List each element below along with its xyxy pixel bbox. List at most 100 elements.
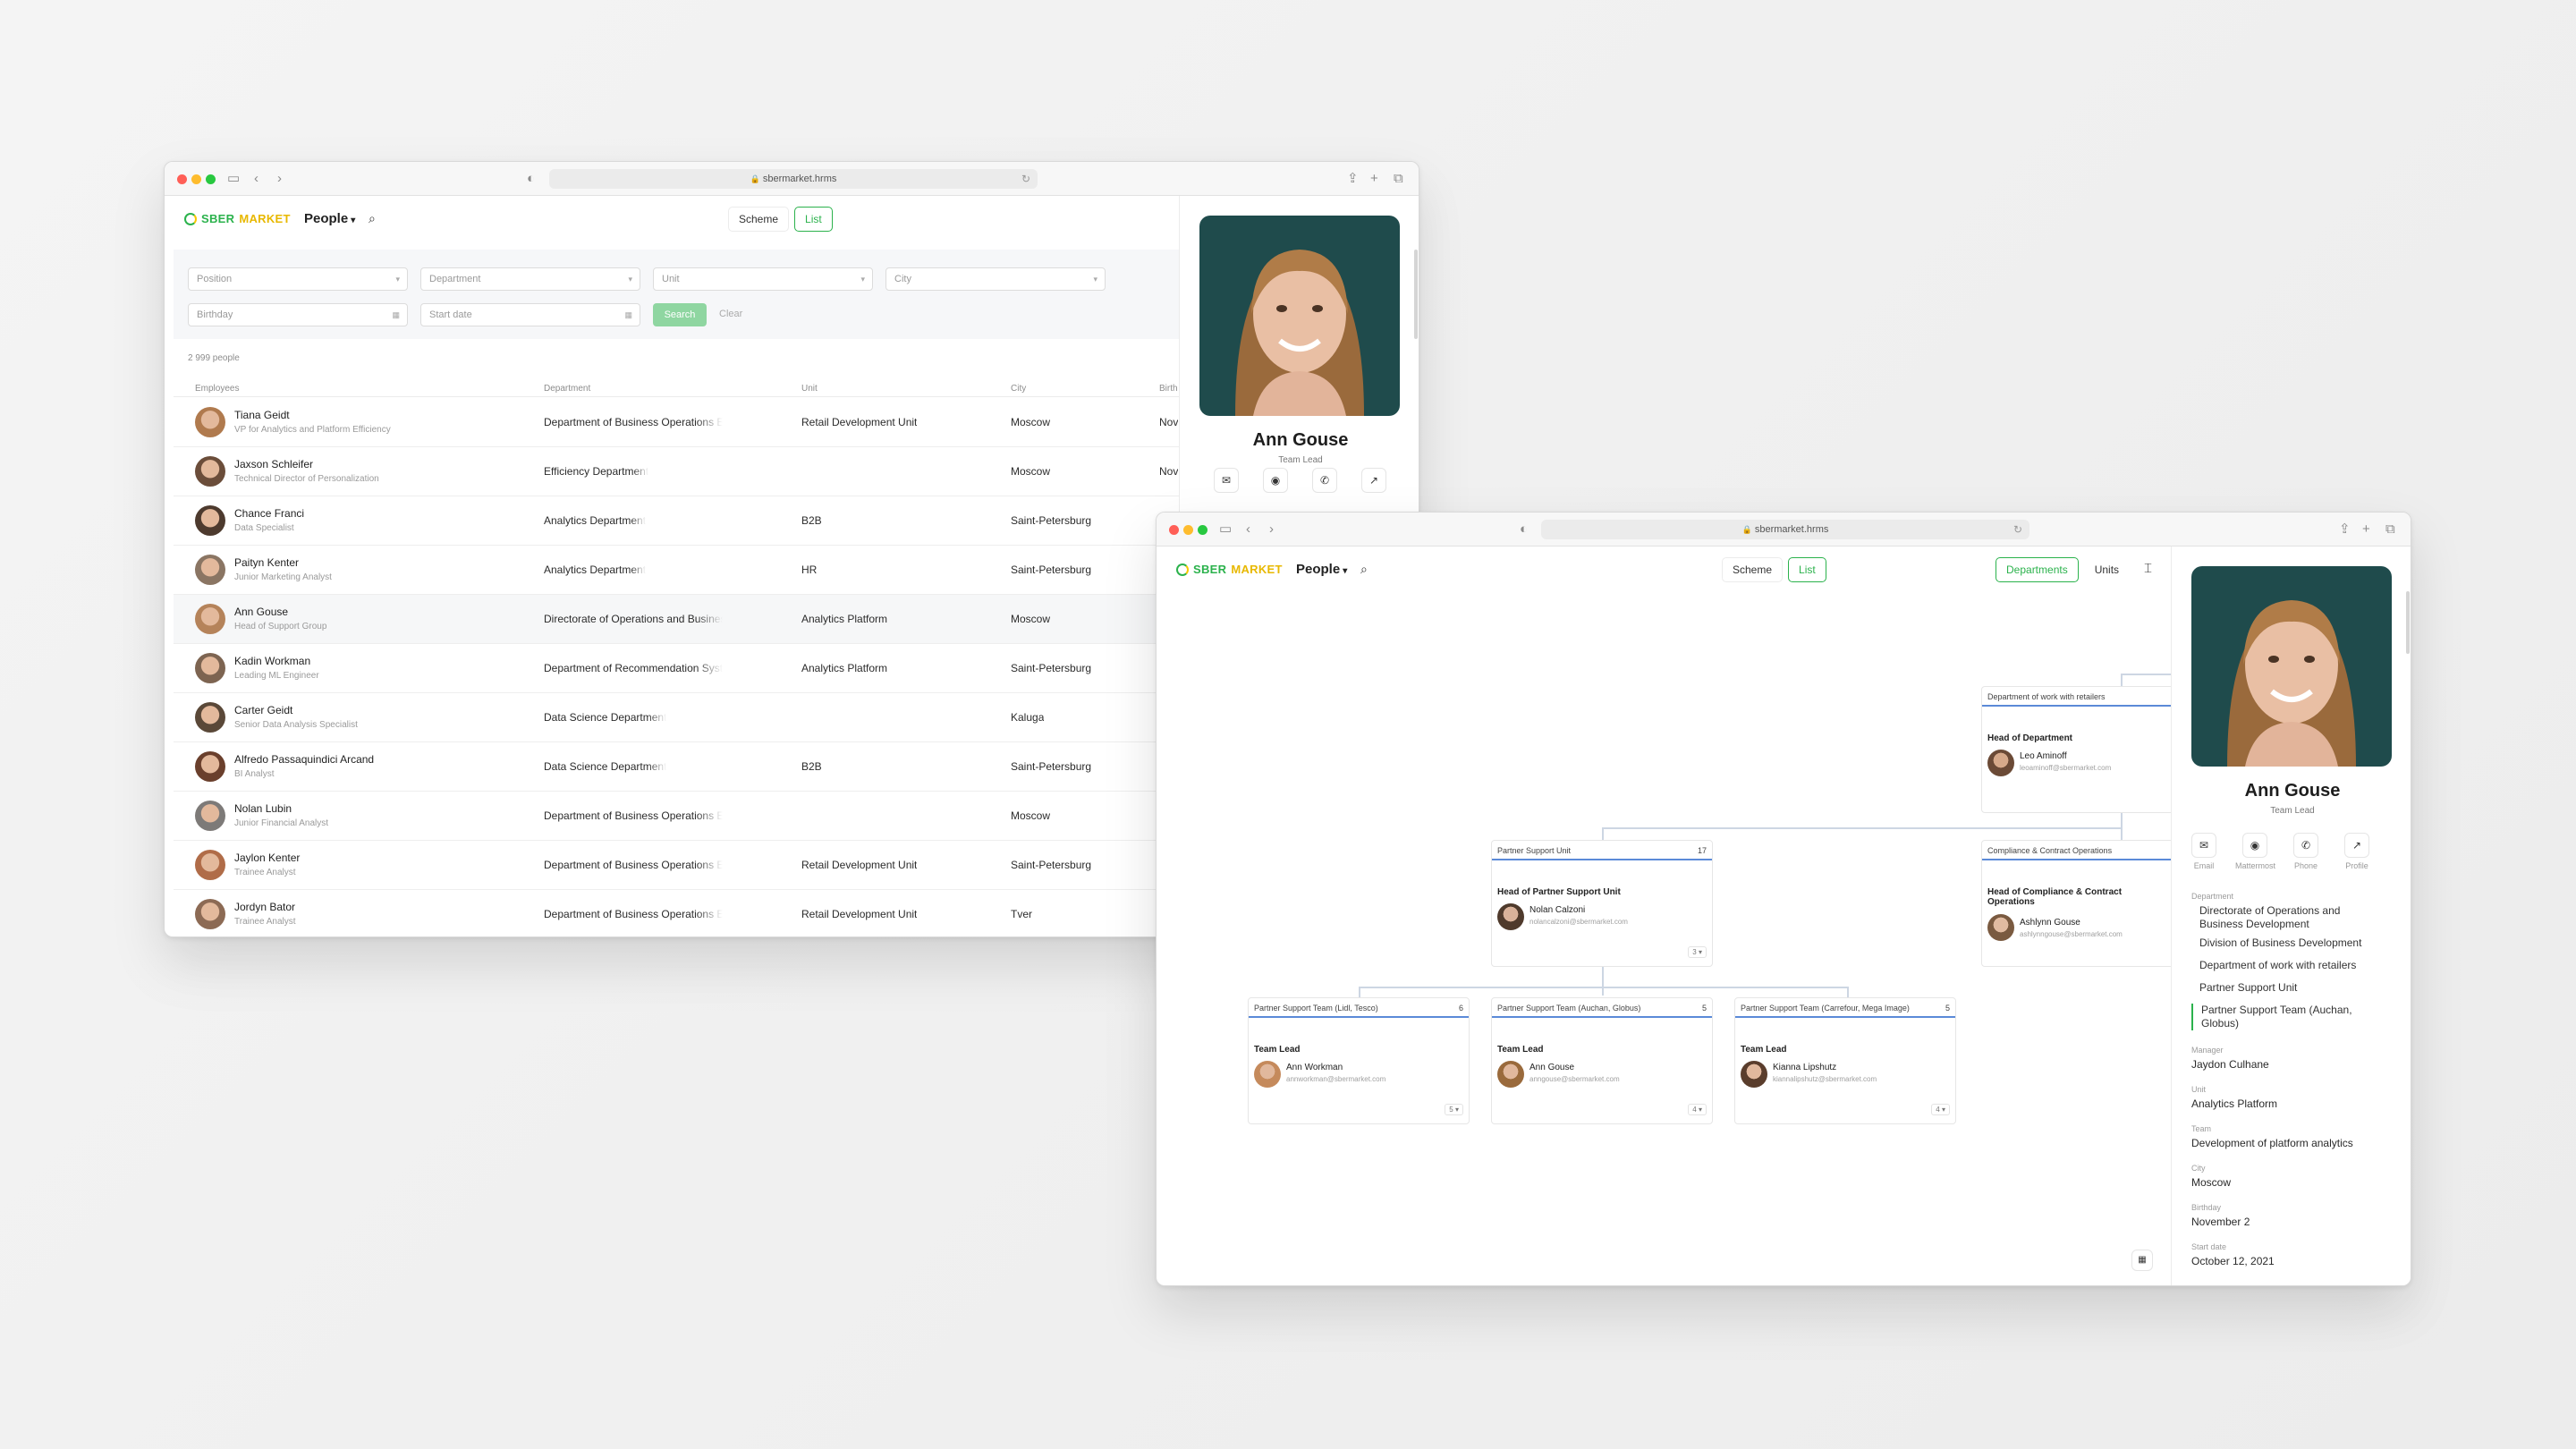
tabs-icon[interactable]: ⧉: [2385, 521, 2395, 538]
col-unit[interactable]: Unit: [801, 384, 818, 394]
reload-icon[interactable]: ↻: [1021, 169, 1030, 189]
sbermarket-logo[interactable]: SBER MARKET: [1176, 563, 1283, 576]
team-card[interactable]: Partner Support Team (Carrefour, Mega Im…: [1734, 997, 1956, 1124]
manager-value[interactable]: Jaydon Culhane: [2191, 1058, 2269, 1071]
minimize-dot[interactable]: [1183, 525, 1193, 535]
table-row[interactable]: Nolan Lubin Junior Financial Analyst Depar…: [174, 792, 1179, 841]
table-row[interactable]: Carter Geidt Senior Data Analysis Special…: [174, 693, 1179, 742]
forward-icon[interactable]: ›: [277, 171, 282, 187]
card-name: Nolan Calzoni: [1530, 905, 1586, 915]
department-select[interactable]: Department ▾: [420, 267, 640, 291]
sidebar-icon[interactable]: ▭: [1219, 521, 1232, 538]
connector: [1602, 827, 2121, 829]
profile-link-button[interactable]: ↗: [1361, 468, 1386, 493]
reload-icon[interactable]: ↻: [2013, 520, 2022, 539]
sbermarket-logo[interactable]: SBER MARKET: [184, 212, 291, 225]
employee-name[interactable]: Nolan Lubin: [234, 802, 292, 815]
minimize-dot[interactable]: [191, 174, 201, 184]
employee-name[interactable]: Ann Gouse: [234, 606, 288, 618]
back-icon[interactable]: ‹: [254, 171, 258, 187]
sidebar-icon[interactable]: ▭: [227, 171, 240, 187]
shield-icon: ◐: [527, 171, 536, 186]
employee-name[interactable]: Tiana Geidt: [234, 409, 290, 421]
table-row[interactable]: Jaxson Schleifer Technical Director of Pe…: [174, 447, 1179, 496]
scrollbar[interactable]: [1414, 250, 1418, 339]
new-tab-icon[interactable]: +: [2362, 521, 2370, 538]
dept-directorate[interactable]: Directorate of Operations and Business D…: [2191, 904, 2379, 931]
col-birth[interactable]: Birth: [1159, 384, 1178, 394]
email-button[interactable]: ✉: [2191, 833, 2216, 858]
tab-list[interactable]: List: [794, 207, 833, 232]
dept-partner-unit[interactable]: Partner Support Unit: [2191, 981, 2388, 995]
table-row[interactable]: Chance Franci Data Specialist Analytics De…: [174, 496, 1179, 546]
employee-name[interactable]: Jaylon Kenter: [234, 852, 300, 864]
unit-select[interactable]: Unit ▾: [653, 267, 873, 291]
phone-button[interactable]: ✆: [1312, 468, 1337, 493]
mattermost-button[interactable]: ◉: [1263, 468, 1288, 493]
toggle-units[interactable]: Units: [2083, 557, 2131, 582]
employee-name[interactable]: Alfredo Passaquindici Arcand: [234, 753, 374, 766]
expand-button[interactable]: 5 ▾: [1445, 1104, 1463, 1115]
employee-name[interactable]: Chance Franci: [234, 507, 304, 520]
employee-name[interactable]: Paityn Kenter: [234, 556, 299, 569]
dept-partner-team[interactable]: Partner Support Team (Auchan, Globus): [2191, 1004, 2370, 1030]
start-date-field[interactable]: Start date ▦: [420, 303, 640, 326]
compliance-card[interactable]: Compliance & Contract Operations Head of…: [1981, 840, 2178, 967]
share-icon[interactable]: ⇪: [1347, 171, 1359, 187]
partner-support-unit-card[interactable]: Partner Support Unit 17 Head of Partner S…: [1491, 840, 1713, 967]
new-tab-icon[interactable]: +: [1370, 171, 1378, 187]
expand-button[interactable]: 3 ▾: [1688, 946, 1707, 958]
mattermost-button[interactable]: ◉: [2242, 833, 2267, 858]
city-select[interactable]: City ▾: [886, 267, 1106, 291]
retail-dept-card[interactable]: Department of work with retailers Head o…: [1981, 686, 2178, 813]
table-row[interactable]: Jaylon Kenter Trainee Analyst Department o…: [174, 841, 1179, 890]
scrollbar[interactable]: [2406, 591, 2410, 654]
dept-retailers[interactable]: Department of work with retailers: [2191, 959, 2388, 972]
employee-name[interactable]: Carter Geidt: [234, 704, 292, 716]
search-button[interactable]: Search: [653, 303, 707, 326]
team-card[interactable]: Partner Support Team (Lidl, Tesco) 6 Team …: [1248, 997, 1470, 1124]
email-button[interactable]: ✉: [1214, 468, 1239, 493]
tab-scheme[interactable]: Scheme: [1722, 557, 1784, 582]
table-row[interactable]: Alfredo Passaquindici Arcand BI Analyst Da…: [174, 742, 1179, 792]
tab-list[interactable]: List: [1788, 557, 1826, 582]
people-menu-button[interactable]: People ▾: [304, 211, 355, 226]
employee-name[interactable]: Kadin Workman: [234, 655, 310, 667]
tab-scheme[interactable]: Scheme: [728, 207, 790, 232]
search-icon[interactable]: ⌕: [1360, 562, 1368, 577]
close-dot[interactable]: [177, 174, 187, 184]
table-row[interactable]: Kadin Workman Leading ML Engineer Departme…: [174, 644, 1179, 693]
employee-name[interactable]: Jaxson Schleifer: [234, 458, 313, 470]
dept-division[interactable]: Division of Business Development: [2191, 936, 2388, 950]
col-city[interactable]: City: [1011, 384, 1026, 394]
address-bar[interactable]: 🔒 sbermarket.hrms ↻: [549, 169, 1038, 189]
close-dot[interactable]: [1169, 525, 1179, 535]
expand-button[interactable]: 4 ▾: [1688, 1104, 1707, 1115]
table-row[interactable]: Jordyn Bator Trainee Analyst Department of…: [174, 890, 1179, 936]
expand-button[interactable]: 4 ▾: [1931, 1104, 1950, 1115]
employee-name[interactable]: Jordyn Bator: [234, 901, 295, 913]
forward-icon[interactable]: ›: [1269, 521, 1274, 538]
table-row[interactable]: Ann Gouse Head of Support Group Directorat…: [174, 595, 1179, 644]
share-icon[interactable]: ⇪: [2339, 521, 2351, 538]
birthday-field[interactable]: Birthday ▦: [188, 303, 408, 326]
position-select[interactable]: Position ▾: [188, 267, 408, 291]
minimap-button[interactable]: ▦: [2131, 1250, 2153, 1271]
clear-button[interactable]: Clear: [719, 309, 742, 319]
search-icon[interactable]: ⌕: [369, 211, 376, 226]
tabs-icon[interactable]: ⧉: [1394, 171, 1403, 187]
toggle-departments[interactable]: Departments: [1996, 557, 2079, 582]
phone-button[interactable]: ✆: [2293, 833, 2318, 858]
col-department[interactable]: Department: [544, 384, 590, 394]
table-row[interactable]: Tiana Geidt VP for Analytics and Platform…: [174, 398, 1179, 447]
col-employees[interactable]: Employees: [195, 384, 239, 394]
zoom-dot[interactable]: [206, 174, 216, 184]
table-row[interactable]: Paityn Kenter Junior Marketing Analyst Ana…: [174, 546, 1179, 595]
collapse-icon[interactable]: ⌶: [2144, 561, 2152, 577]
back-icon[interactable]: ‹: [1246, 521, 1250, 538]
people-menu-button[interactable]: People ▾: [1296, 562, 1347, 577]
team-card[interactable]: Partner Support Team (Auchan, Globus) 5 Te…: [1491, 997, 1713, 1124]
zoom-dot[interactable]: [1198, 525, 1208, 535]
profile-link-button[interactable]: ↗: [2344, 833, 2369, 858]
address-bar[interactable]: 🔒 sbermarket.hrms ↻: [1541, 520, 2029, 539]
